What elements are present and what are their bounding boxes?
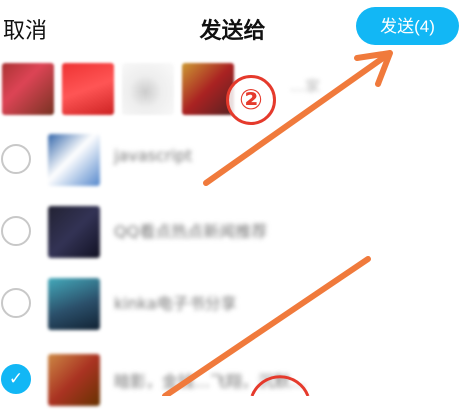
contact-avatar — [48, 206, 100, 258]
send-button[interactable]: 发送(4) — [356, 7, 459, 45]
top-bar: 取消 发送给 发送(4) — [0, 0, 465, 56]
checkmark-icon: ✓ — [8, 369, 24, 389]
contact-row[interactable]: QQ看点热点新闻推荐 — [0, 196, 465, 266]
contact-name: kinka电子书分享 — [114, 294, 237, 313]
contact-avatar — [48, 278, 100, 330]
select-radio[interactable] — [1, 288, 31, 318]
selected-avatar[interactable] — [2, 63, 54, 115]
selected-contact-name: …家 — [290, 77, 321, 95]
select-radio-checked[interactable]: ✓ — [1, 364, 31, 394]
selected-avatar[interactable] — [62, 63, 114, 115]
contact-row[interactable]: kinka电子书分享 — [0, 268, 465, 338]
contact-row[interactable]: ✓ 暗影，金钱…飞翔，沉默… — [0, 346, 465, 416]
selected-avatar[interactable] — [122, 63, 174, 115]
select-radio[interactable] — [1, 216, 31, 246]
contact-avatar — [48, 134, 100, 186]
contact-avatar — [48, 354, 100, 406]
contact-name: javascript — [114, 146, 193, 165]
select-radio[interactable] — [1, 144, 31, 174]
contact-name: 暗影，金钱…飞翔，沉默… — [114, 372, 307, 391]
contact-row[interactable]: javascript — [0, 124, 465, 194]
step-marker-2: ② — [226, 75, 276, 125]
contact-name: QQ看点热点新闻推荐 — [114, 222, 268, 241]
